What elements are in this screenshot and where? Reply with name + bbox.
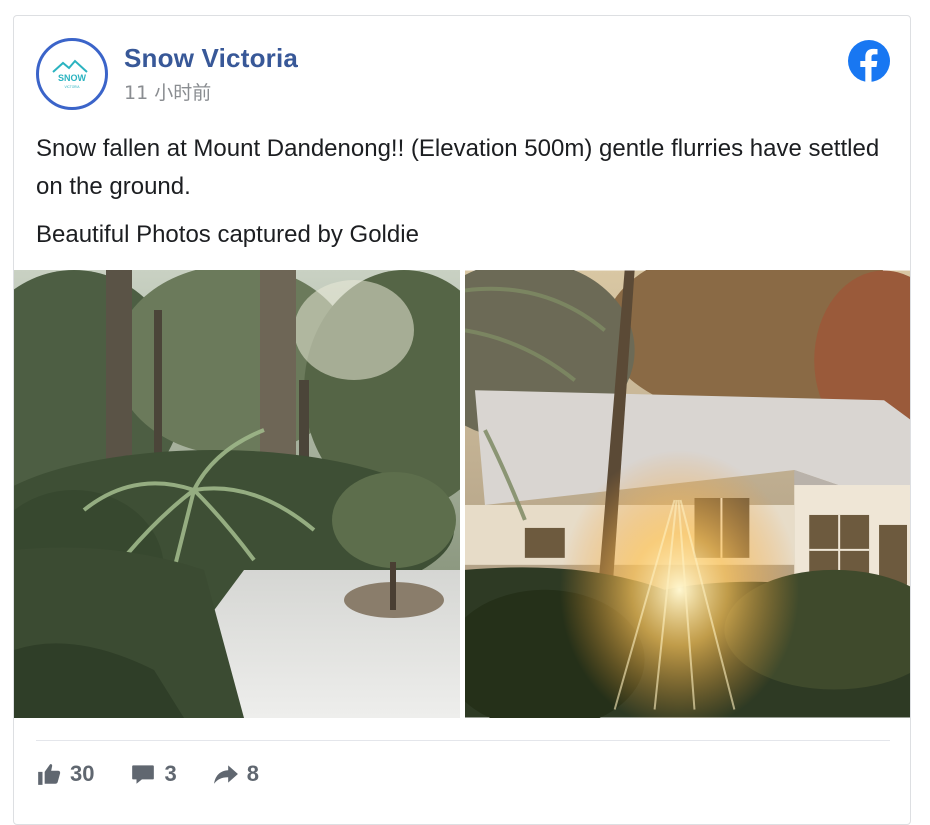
facebook-post-embed: SNOW VICTORIA Snow Victoria 11 小时前 Snow … bbox=[13, 15, 911, 825]
photo-house-with-sun-flare-icon bbox=[465, 270, 910, 718]
comment-count-value: 3 bbox=[164, 761, 177, 786]
logo-text: SNOW bbox=[58, 73, 87, 83]
photo-snowy-garden[interactable] bbox=[14, 270, 460, 718]
snow-victoria-logo-icon: SNOW VICTORIA bbox=[52, 59, 88, 89]
post-text-credit: Beautiful Photos captured by Goldie bbox=[36, 221, 419, 248]
page-avatar[interactable]: SNOW VICTORIA bbox=[36, 38, 108, 110]
footer-divider bbox=[36, 740, 890, 741]
comment-count[interactable]: 3 bbox=[130, 761, 177, 787]
comment-bubble-icon bbox=[132, 765, 155, 784]
photo-snowy-garden-ferns-icon bbox=[14, 270, 460, 718]
like-count[interactable]: 30 bbox=[36, 761, 94, 787]
page-name-link[interactable]: Snow Victoria bbox=[124, 43, 298, 74]
facebook-logo-icon[interactable] bbox=[848, 40, 890, 82]
share-arrow-icon bbox=[213, 765, 238, 784]
like-count-value: 30 bbox=[70, 761, 95, 786]
post-text-paragraph: Snow fallen at Mount Dandenong!! (Elevat… bbox=[36, 135, 880, 200]
logo-subtext: VICTORIA bbox=[65, 85, 81, 89]
photo-house-sun-flare[interactable] bbox=[465, 270, 910, 718]
post-timestamp[interactable]: 11 小时前 bbox=[124, 78, 211, 105]
share-count[interactable]: 8 bbox=[213, 761, 259, 787]
post-body: Snow fallen at Mount Dandenong!! (Elevat… bbox=[36, 130, 896, 254]
photo-grid bbox=[14, 270, 910, 718]
thumbs-up-icon bbox=[38, 764, 61, 785]
engagement-bar: 30 3 8 bbox=[36, 761, 295, 787]
share-count-value: 8 bbox=[246, 761, 259, 786]
